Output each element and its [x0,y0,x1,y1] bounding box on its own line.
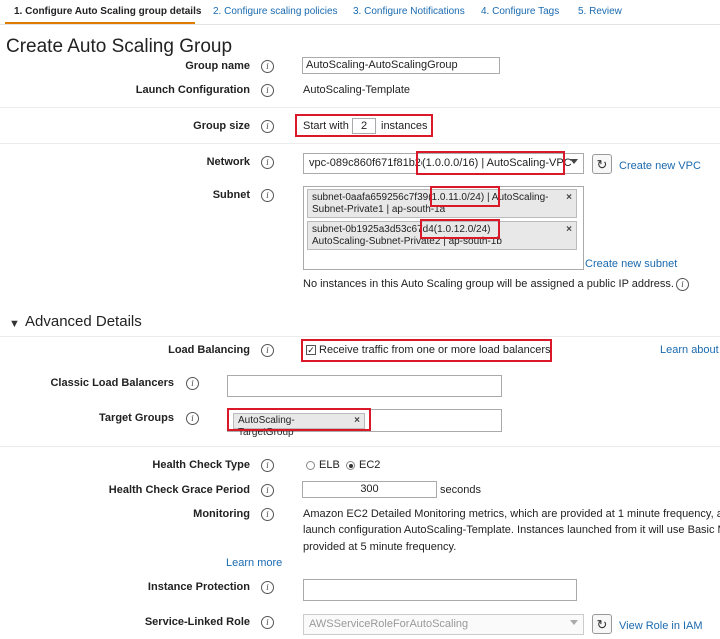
group-name-label: Group name [185,60,250,72]
info-icon[interactable]: i [676,278,689,291]
radio-elb[interactable] [306,461,315,470]
grace-period-unit: seconds [440,484,481,496]
info-icon[interactable]: i [261,616,274,629]
active-tab-indicator [5,22,195,24]
chevron-down-icon [570,159,578,164]
divider [0,143,720,144]
info-icon[interactable]: i [261,60,274,73]
wizard-tab-bar: 1. Configure Auto Scaling group details … [0,0,720,25]
create-new-vpc-link[interactable]: Create new VPC [619,160,701,172]
remove-icon[interactable]: × [566,192,572,204]
caret-down-icon[interactable]: ▼ [9,318,20,330]
create-new-subnet-link[interactable]: Create new subnet [585,258,677,270]
view-role-in-iam-link[interactable]: View Role in IAM [619,620,703,632]
highlight-box [430,186,500,207]
divider [0,446,720,447]
public-ip-note: No instances in this Auto Scaling group … [303,278,674,290]
grace-period-input[interactable]: 300 [302,481,437,498]
radio-ec2-label: EC2 [359,459,381,471]
subnet-label: Subnet [212,189,250,201]
refresh-icon[interactable]: ↻ [592,154,612,174]
monitoring-text-line2: launch configuration AutoScaling-Templat… [303,524,720,536]
info-icon[interactable]: i [261,508,274,521]
health-check-type-label: Health Check Type [152,459,250,471]
info-icon[interactable]: i [261,581,274,594]
info-icon[interactable]: i [261,484,274,497]
tab-configure-group-details[interactable]: 1. Configure Auto Scaling group details [14,6,201,17]
tab-configure-scaling-policies[interactable]: 2. Configure scaling policies [213,6,338,17]
tab-configure-notifications[interactable]: 3. Configure Notifications [353,6,465,17]
tab-review[interactable]: 5. Review [578,6,622,17]
classic-load-balancers-label: Classic Load Balancers [50,377,174,389]
info-icon[interactable]: i [261,344,274,357]
page-title: Create Auto Scaling Group [6,36,233,57]
chevron-down-icon [570,620,578,625]
highlight-box [227,408,371,431]
radio-ec2[interactable] [346,461,355,470]
launch-configuration-value: AutoScaling-Template [303,84,411,96]
info-icon[interactable]: i [261,156,274,169]
radio-elb-label: ELB [319,459,340,471]
learn-more-link[interactable]: Learn more [226,557,282,569]
grace-period-label: Health Check Grace Period [108,484,250,496]
instance-protection-label: Instance Protection [147,581,250,593]
info-icon[interactable]: i [261,459,274,472]
vpc-id: vpc-089c860f671f81b2e [309,157,422,169]
classic-load-balancers-input[interactable] [227,375,502,397]
service-linked-role-select[interactable]: AWSServiceRoleForAutoScaling [303,614,584,635]
highlight-box [301,339,552,362]
load-balancing-label: Load Balancing [168,344,250,356]
monitoring-text-line3: provided at 5 minute frequency. [303,541,457,553]
subnet-id: subnet-0b1925a3d53c67d4 [312,224,434,235]
advanced-details-heading[interactable]: Advanced Details [25,313,142,330]
monitoring-label: Monitoring [193,508,250,520]
subnet-id: subnet-0aafa659256c7f39 [312,192,429,203]
highlight-box [420,219,500,239]
info-icon[interactable]: i [261,189,274,202]
group-size-label: Group size [193,120,250,132]
info-icon[interactable]: i [261,84,274,97]
remove-icon[interactable]: × [566,224,572,236]
service-linked-role-label: Service-Linked Role [144,616,250,628]
divider [0,336,720,337]
service-linked-role-value: AWSServiceRoleForAutoScaling [309,618,469,630]
divider [0,107,720,108]
info-icon[interactable]: i [186,377,199,390]
highlight-box [295,114,433,137]
tab-configure-tags[interactable]: 4. Configure Tags [481,6,559,17]
launch-configuration-label: Launch Configuration [135,84,250,96]
group-name-input[interactable]: AutoScaling-AutoScalingGroup [302,57,500,74]
network-label: Network [206,156,250,168]
instance-protection-select[interactable] [303,579,577,601]
info-icon[interactable]: i [186,412,199,425]
target-groups-label: Target Groups [99,412,174,424]
highlight-box [416,151,565,175]
monitoring-text-line1: Amazon EC2 Detailed Monitoring metrics, … [303,508,720,520]
refresh-icon[interactable]: ↻ [592,614,612,634]
info-icon[interactable]: i [261,120,274,133]
learn-about-link[interactable]: Learn about [660,344,719,356]
